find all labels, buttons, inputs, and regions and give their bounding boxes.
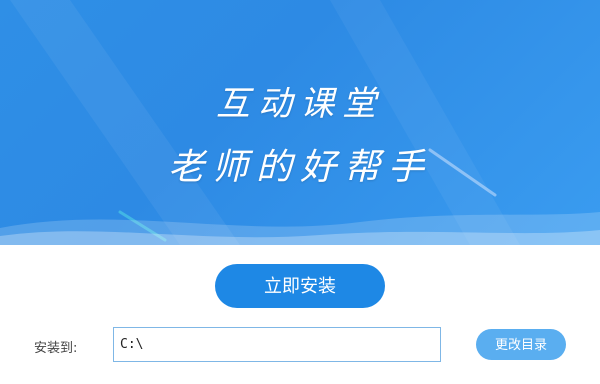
header-banner: 互动课堂 老师的好帮手: [0, 0, 600, 245]
install-path-label: 安装到:: [34, 341, 78, 356]
install-path-input[interactable]: [113, 327, 441, 362]
installer-window: 互动课堂 老师的好帮手 立即安装 安装到: 更改目录: [0, 0, 600, 384]
change-directory-button[interactable]: 更改目录: [476, 329, 566, 360]
slogan-line-2: 老师的好帮手: [167, 147, 432, 188]
install-now-button[interactable]: 立即安装: [215, 264, 385, 308]
slogan-line-1: 互动课堂: [216, 84, 384, 124]
